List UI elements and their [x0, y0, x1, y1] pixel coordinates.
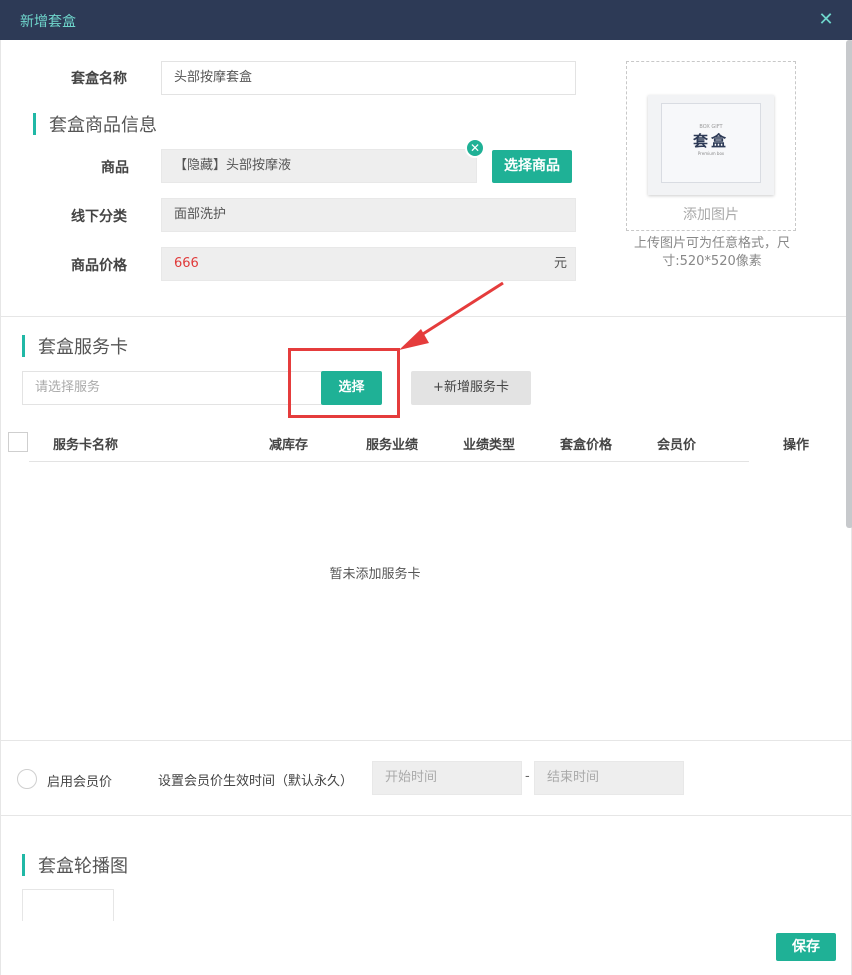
column-header: 会员价 [657, 438, 697, 453]
end-time-input[interactable]: 结束时间 [534, 761, 684, 795]
add-image-label: 添加图片 [683, 207, 739, 223]
date-range-separator: - [525, 769, 530, 784]
image-upload-box[interactable]: BOX GIFT 套盒 Premium box 添加图片 [626, 61, 796, 231]
member-price-period-label: 设置会员价生效时间（默认永久） [158, 774, 354, 789]
carousel-upload-slot[interactable] [22, 889, 114, 921]
divider [1, 815, 851, 816]
price-label: 商品价格 [71, 258, 127, 274]
divider [1, 740, 851, 741]
service-select-input[interactable]: 请选择服务 [22, 371, 322, 405]
divider [1, 316, 851, 317]
offline-category-label: 线下分类 [71, 209, 127, 225]
price-input[interactable]: 666 元 [161, 247, 576, 281]
start-time-input[interactable]: 开始时间 [372, 761, 522, 795]
scrollbar[interactable] [846, 40, 852, 528]
column-header: 业绩类型 [463, 438, 516, 453]
upload-hint: 上传图片可为任意格式，尺寸:520*520像素 [633, 236, 790, 269]
table-header-divider [29, 461, 749, 462]
service-table-header: 服务卡名称 减库存 服务业绩 业绩类型 套盒价格 会员价 操作 [1, 426, 851, 462]
column-header: 服务业绩 [366, 438, 419, 453]
service-card-section-title: 套盒服务卡 [22, 333, 128, 359]
product-label: 商品 [101, 160, 129, 176]
column-header: 服务卡名称 [53, 438, 119, 453]
annotation-highlight-box [288, 348, 400, 418]
product-section-title: 套盒商品信息 [33, 111, 157, 137]
empty-table-text: 暂未添加服务卡 [329, 567, 421, 582]
save-button[interactable]: 保存 [776, 933, 836, 961]
column-header: 减库存 [269, 438, 309, 453]
select-product-button[interactable]: 选择商品 [492, 150, 572, 183]
package-image-main-text: 套盒 [692, 132, 729, 150]
enable-member-price-radio[interactable] [17, 769, 37, 789]
carousel-section-title: 套盒轮播图 [22, 852, 128, 878]
price-unit: 元 [553, 256, 567, 271]
close-icon[interactable]: ✕ [814, 8, 838, 32]
price-value: 666 [174, 256, 199, 271]
offline-category-input[interactable]: 面部洗护 [161, 198, 576, 232]
dialog-body: 套盒名称 头部按摩套盒 套盒商品信息 商品 【隐藏】头部按摩液 ✕ 选择商品 线… [0, 40, 852, 975]
package-image-sub-text: Premium box [697, 151, 725, 156]
package-image-frame: BOX GIFT 套盒 Premium box [661, 103, 761, 183]
clear-product-icon[interactable]: ✕ [465, 138, 485, 158]
product-input[interactable]: 【隐藏】头部按摩液 [161, 149, 477, 183]
dialog-title: 新增套盒 [20, 14, 76, 30]
name-input[interactable]: 头部按摩套盒 [161, 61, 576, 95]
column-header: 套盒价格 [560, 438, 613, 453]
enable-member-price-label: 启用会员价 [47, 775, 113, 790]
column-header: 操作 [783, 438, 810, 453]
dialog-title-bar: 新增套盒 ✕ [0, 0, 852, 40]
package-image: BOX GIFT 套盒 Premium box [648, 95, 774, 195]
add-service-card-button[interactable]: +新增服务卡 [411, 371, 531, 405]
name-label: 套盒名称 [71, 71, 127, 87]
